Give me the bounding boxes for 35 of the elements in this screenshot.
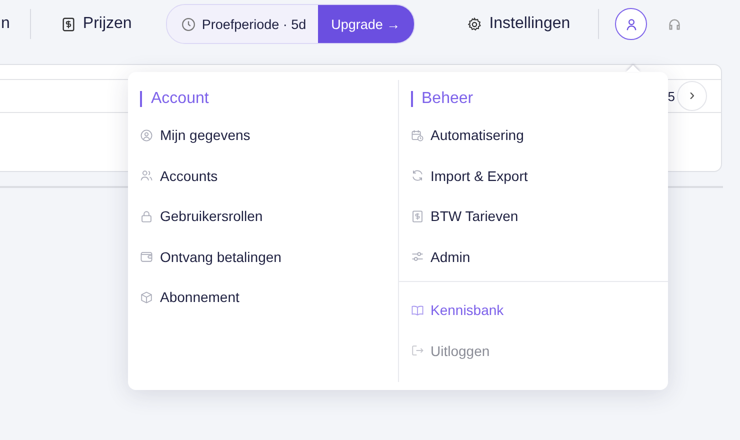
user-circle-icon [140, 128, 153, 142]
menu-item[interactable]: Admin [410, 236, 470, 277]
menu-item[interactable]: Import & Export [410, 156, 528, 196]
calendar-clock-icon [410, 128, 424, 142]
menu-item[interactable]: Kennisbank [410, 290, 504, 330]
nav-link[interactable]: n [1, 15, 10, 33]
trial-badge: Proefperiode · 5d [166, 5, 318, 43]
menu-item[interactable]: Abonnement [140, 277, 240, 318]
section-heading: Beheer [410, 91, 474, 107]
clock-icon [180, 16, 196, 32]
menu-item[interactable]: Ontvang betalingen [140, 236, 282, 277]
settings-link[interactable]: Instellingen [467, 15, 570, 33]
users-icon [140, 169, 153, 182]
logout-icon [410, 344, 424, 358]
prices-link[interactable]: Prijzen [60, 15, 132, 33]
menu-item[interactable]: Accounts [140, 156, 218, 196]
user-avatar-button[interactable] [615, 8, 648, 40]
lock-icon [140, 210, 153, 223]
menu-item[interactable]: Mijn gegevens [140, 115, 250, 156]
menu-item[interactable]: Automatisering [410, 115, 524, 156]
book-icon [410, 304, 424, 317]
section-heading: Account [140, 91, 209, 107]
upgrade-button[interactable]: Upgrade → [318, 5, 414, 43]
menu-item[interactable]: BTW Tarieven [410, 196, 518, 236]
receipt-icon [410, 210, 424, 223]
refresh-icon [410, 169, 424, 182]
page-indicator: 5 [668, 88, 675, 104]
settings-icon [467, 16, 482, 32]
sliders-icon [410, 250, 424, 264]
box-icon [140, 290, 153, 304]
headset-icon[interactable] [667, 16, 682, 32]
wallet-icon [140, 250, 153, 264]
menu-item[interactable]: Gebruikersrollen [140, 196, 263, 236]
receipt-icon [60, 16, 76, 32]
next-button[interactable]: › [677, 81, 707, 111]
